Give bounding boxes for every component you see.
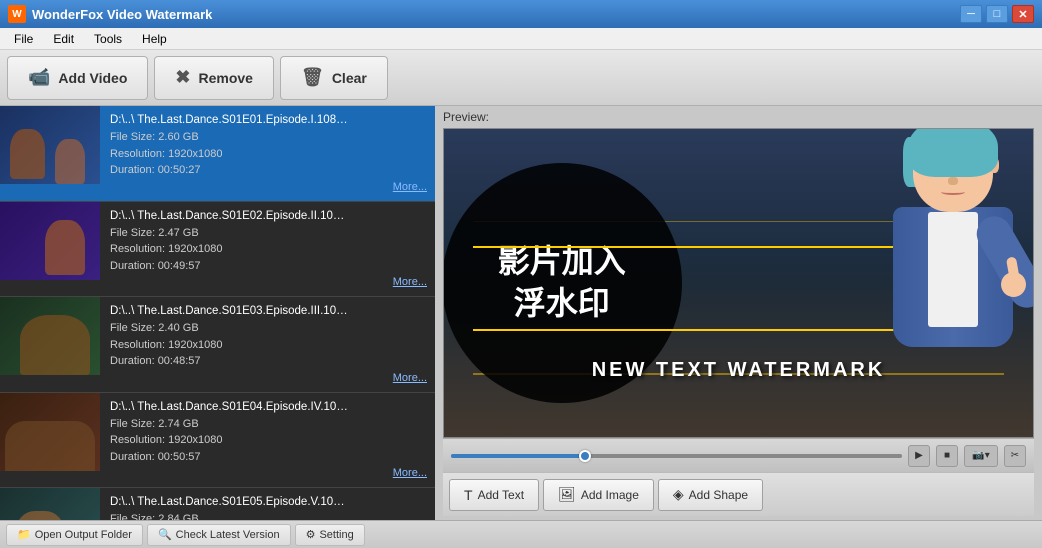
stop-button[interactable]: ■ [936, 445, 958, 467]
file-meta: File Size: 2.74 GB Resolution: 1920x1080… [110, 416, 427, 466]
file-list[interactable]: D:\..\ The.Last.Dance.S01E01.Episode.I.1… [0, 106, 435, 520]
menu-bar: File Edit Tools Help [0, 28, 1042, 50]
scissors-button[interactable]: ✂ [1004, 445, 1026, 467]
add-video-icon: 📹 [28, 67, 50, 88]
watermark-buttons: T Add Text 🖼 Add Image ◈ Add Shape [443, 472, 1034, 516]
remove-label: Remove [198, 70, 252, 86]
add-image-label: Add Image [581, 488, 639, 502]
window-controls: ─ □ ✕ [960, 5, 1034, 23]
thumbnail [0, 297, 100, 375]
preview-video: 影片加入 浮水印 NEW TEXT WATERMARK [443, 128, 1034, 438]
list-item[interactable]: D:\..\ The.Last.Dance.S01E03.Episode.III… [0, 297, 435, 393]
file-meta: File Size: 2.84 GB Resolution: 1920x1080… [110, 511, 427, 520]
add-video-button[interactable]: 📹 Add Video [7, 56, 148, 100]
open-output-icon: 📁 [17, 528, 31, 541]
list-item[interactable]: D:\..\ The.Last.Dance.S01E02.Episode.II.… [0, 202, 435, 298]
file-info: D:\..\ The.Last.Dance.S01E03.Episode.III… [100, 297, 435, 392]
toolbar: 📹 Add Video ✖ Remove 🗑 Clear [0, 50, 1042, 106]
clear-label: Clear [332, 70, 367, 86]
clear-button[interactable]: 🗑 Clear [280, 56, 388, 100]
playback-controls: ▶ ■ 📷▾ ✂ [443, 438, 1034, 472]
file-name: D:\..\ The.Last.Dance.S01E05.Episode.V.1… [110, 496, 350, 508]
yellow-line-bottom [473, 329, 1003, 331]
watermark-cn-text: 影片加入 浮水印 [498, 241, 626, 324]
file-name: D:\..\ The.Last.Dance.S01E02.Episode.II.… [110, 210, 350, 222]
file-meta: File Size: 2.47 GB Resolution: 1920x1080… [110, 225, 427, 275]
progress-bar[interactable] [451, 454, 902, 458]
remove-button[interactable]: ✖ Remove [154, 56, 274, 100]
open-output-button[interactable]: 📁 Open Output Folder [6, 524, 143, 546]
close-button[interactable]: ✕ [1012, 5, 1034, 23]
remove-icon: ✖ [175, 67, 190, 88]
thumbnail [0, 488, 100, 520]
check-version-button[interactable]: 🔍 Check Latest Version [147, 524, 291, 546]
file-info: D:\..\ The.Last.Dance.S01E04.Episode.IV.… [100, 393, 435, 488]
check-version-label: Check Latest Version [176, 529, 280, 541]
add-video-label: Add Video [58, 70, 127, 86]
add-text-label: Add Text [478, 488, 524, 502]
content-area: D:\..\ The.Last.Dance.S01E01.Episode.I.1… [0, 106, 1042, 520]
status-bar: 📁 Open Output Folder 🔍 Check Latest Vers… [0, 520, 1042, 548]
list-item[interactable]: D:\..\ The.Last.Dance.S01E01.Episode.I.1… [0, 106, 435, 202]
open-output-label: Open Output Folder [35, 529, 132, 541]
progress-handle[interactable] [579, 450, 591, 462]
list-item[interactable]: D:\..\ The.Last.Dance.S01E05.Episode.V.1… [0, 488, 435, 520]
menu-file[interactable]: File [4, 30, 43, 48]
clear-icon: 🗑 [301, 67, 324, 88]
file-meta: File Size: 2.40 GB Resolution: 1920x1080… [110, 320, 427, 370]
file-info: D:\..\ The.Last.Dance.S01E02.Episode.II.… [100, 202, 435, 297]
window-title: WonderFox Video Watermark [32, 7, 960, 22]
add-image-button[interactable]: 🖼 Add Image [543, 479, 654, 511]
file-name: D:\..\ The.Last.Dance.S01E01.Episode.I.1… [110, 114, 350, 126]
main-area: 📹 Add Video ✖ Remove 🗑 Clear D:\..\ T [0, 50, 1042, 548]
file-meta: File Size: 2.60 GB Resolution: 1920x1080… [110, 129, 427, 179]
menu-tools[interactable]: Tools [84, 30, 132, 48]
setting-button[interactable]: ⚙ Setting [295, 524, 365, 546]
more-link[interactable]: More... [393, 372, 427, 384]
menu-help[interactable]: Help [132, 30, 177, 48]
title-bar: W WonderFox Video Watermark ─ □ ✕ [0, 0, 1042, 28]
setting-label: Setting [319, 529, 353, 541]
add-shape-label: Add Shape [689, 488, 748, 502]
progress-fill [451, 454, 586, 458]
yellow-line-top [473, 246, 1003, 248]
screenshot-button[interactable]: 📷▾ [964, 445, 998, 467]
add-image-icon: 🖼 [558, 486, 576, 503]
video-content: 影片加入 浮水印 NEW TEXT WATERMARK [444, 129, 1033, 437]
app-icon: W [8, 5, 26, 23]
more-link[interactable]: More... [393, 181, 427, 193]
more-link[interactable]: More... [393, 467, 427, 479]
preview-area: Preview: 影片加入 [435, 106, 1042, 520]
preview-label: Preview: [443, 110, 1034, 124]
add-text-icon: T [464, 487, 473, 503]
check-version-icon: 🔍 [158, 528, 172, 541]
setting-icon: ⚙ [306, 528, 316, 541]
add-text-button[interactable]: T Add Text [449, 479, 539, 511]
add-shape-button[interactable]: ◈ Add Shape [658, 479, 763, 511]
play-button[interactable]: ▶ [908, 445, 930, 467]
minimize-button[interactable]: ─ [960, 5, 982, 23]
more-link[interactable]: More... [393, 276, 427, 288]
add-shape-icon: ◈ [673, 486, 684, 503]
file-name: D:\..\ The.Last.Dance.S01E03.Episode.III… [110, 305, 350, 317]
thumbnail [0, 393, 100, 471]
thumbnail [0, 106, 100, 184]
file-name: D:\..\ The.Last.Dance.S01E04.Episode.IV.… [110, 401, 350, 413]
menu-edit[interactable]: Edit [43, 30, 84, 48]
watermark-en-text: NEW TEXT WATERMARK [444, 359, 1033, 382]
file-info: D:\..\ The.Last.Dance.S01E01.Episode.I.1… [100, 106, 435, 201]
restore-button[interactable]: □ [986, 5, 1008, 23]
list-item[interactable]: D:\..\ The.Last.Dance.S01E04.Episode.IV.… [0, 393, 435, 489]
file-info: D:\..\ The.Last.Dance.S01E05.Episode.V.1… [100, 488, 435, 520]
thumbnail [0, 202, 100, 280]
